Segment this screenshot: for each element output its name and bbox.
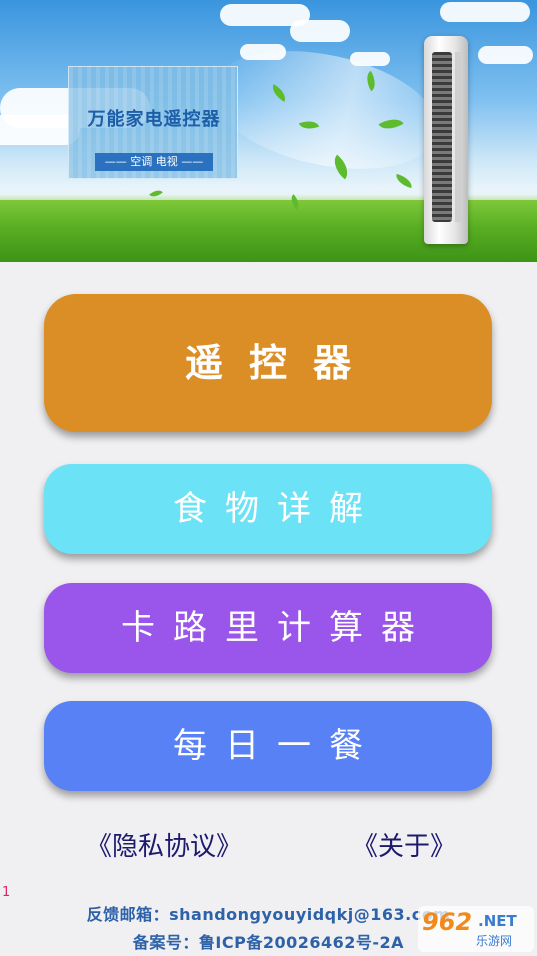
food-details-button[interactable]: 食物详解: [44, 464, 492, 554]
daily-meal-button[interactable]: 每日一餐: [44, 701, 492, 791]
food-details-label: 食物详解: [173, 489, 381, 529]
app-name: 万能家电遥控器: [87, 109, 221, 130]
header-banner: 万能家电遥控器 —— 空调 电视 ——: [0, 0, 537, 262]
marker-text: 1: [2, 885, 11, 900]
remote-control-label: 遥控器: [184, 340, 377, 385]
app-title-card: 万能家电遥控器 —— 空调 电视 ——: [68, 66, 238, 179]
ac-panel: [455, 52, 461, 222]
leaf-icon: [394, 173, 414, 189]
watermark-logo: 962: [422, 908, 473, 936]
privacy-policy-link[interactable]: 《隐私协议》: [86, 826, 242, 863]
calorie-calculator-label: 卡路里计算器: [121, 608, 433, 648]
app-subtitle: —— 空调 电视 ——: [95, 153, 213, 171]
cloud: [478, 46, 533, 64]
air-conditioner-icon: [424, 36, 468, 244]
cloud: [440, 2, 530, 22]
site-watermark: 962 .NET 乐游网: [418, 906, 534, 952]
watermark-subtitle: 乐游网: [476, 934, 513, 948]
watermark-net: .NET: [478, 912, 517, 930]
ac-grille: [432, 52, 452, 222]
calorie-calculator-button[interactable]: 卡路里计算器: [44, 583, 492, 673]
daily-meal-label: 每日一餐: [173, 726, 381, 766]
remote-control-button[interactable]: 遥控器: [44, 294, 492, 432]
cloud: [290, 20, 350, 42]
about-link[interactable]: 《关于》: [352, 826, 456, 863]
